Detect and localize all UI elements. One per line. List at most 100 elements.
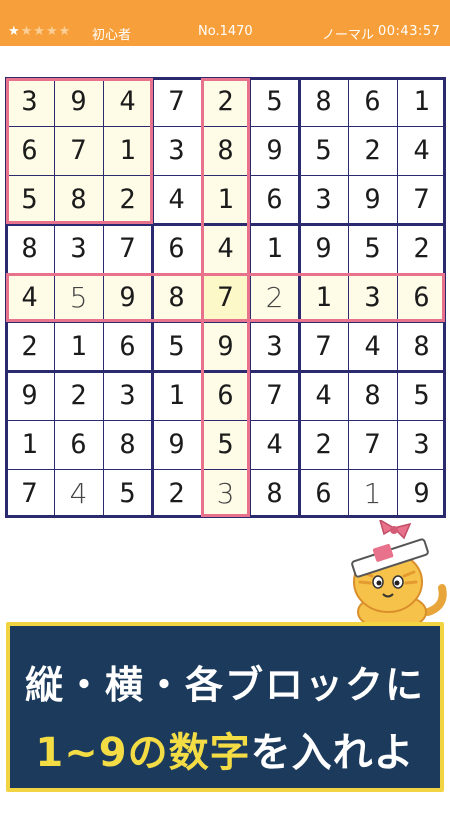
cell-r9c2[interactable]: 4 bbox=[54, 469, 103, 518]
cell-r6c1[interactable]: 2 bbox=[5, 322, 54, 371]
cell-r8c8[interactable]: 7 bbox=[348, 420, 397, 469]
cell-r9c9[interactable]: 9 bbox=[397, 469, 446, 518]
cell-r9c1[interactable]: 7 bbox=[5, 469, 54, 518]
cell-r8c2[interactable]: 6 bbox=[54, 420, 103, 469]
cell-r2c1[interactable]: 6 bbox=[5, 126, 54, 175]
cell-r2c7[interactable]: 5 bbox=[299, 126, 348, 175]
cell-r8c5[interactable]: 5 bbox=[201, 420, 250, 469]
difficulty-level: 初心者 bbox=[92, 28, 132, 43]
instruction-highlight: 1~9の数字 bbox=[35, 730, 251, 776]
top-bar: ★★★★★ 初心者 No.1470 ノーマル 00:43:57 bbox=[0, 0, 450, 46]
grid-line-vertical bbox=[397, 77, 398, 518]
cell-r7c2[interactable]: 2 bbox=[54, 371, 103, 420]
cell-r3c1[interactable]: 5 bbox=[5, 175, 54, 224]
cell-r2c8[interactable]: 2 bbox=[348, 126, 397, 175]
cell-r9c6[interactable]: 8 bbox=[250, 469, 299, 518]
cell-r3c4[interactable]: 4 bbox=[152, 175, 201, 224]
cell-r1c2[interactable]: 9 bbox=[54, 77, 103, 126]
cell-r9c8[interactable]: 1 bbox=[348, 469, 397, 518]
grid-line-vertical bbox=[5, 77, 8, 518]
cell-r2c4[interactable]: 3 bbox=[152, 126, 201, 175]
cell-r6c5[interactable]: 9 bbox=[201, 322, 250, 371]
cell-r5c5[interactable]: 7 bbox=[201, 273, 250, 322]
cell-r2c2[interactable]: 7 bbox=[54, 126, 103, 175]
cell-r5c7[interactable]: 1 bbox=[299, 273, 348, 322]
cell-r1c1[interactable]: 3 bbox=[5, 77, 54, 126]
timer: 00:43:57 bbox=[378, 24, 441, 39]
cell-r5c6[interactable]: 2 bbox=[250, 273, 299, 322]
cell-r8c4[interactable]: 9 bbox=[152, 420, 201, 469]
grid-line-horizontal bbox=[5, 273, 446, 274]
cell-r8c6[interactable]: 4 bbox=[250, 420, 299, 469]
cell-r6c3[interactable]: 6 bbox=[103, 322, 152, 371]
cell-r7c5[interactable]: 6 bbox=[201, 371, 250, 420]
instruction-line-1: 縦・横・各ブロックに bbox=[24, 663, 425, 707]
cell-r7c3[interactable]: 3 bbox=[103, 371, 152, 420]
cell-r3c3[interactable]: 2 bbox=[103, 175, 152, 224]
cell-r4c8[interactable]: 5 bbox=[348, 224, 397, 273]
grid-line-vertical bbox=[201, 77, 202, 518]
cell-r7c8[interactable]: 8 bbox=[348, 371, 397, 420]
cell-r9c3[interactable]: 5 bbox=[103, 469, 152, 518]
grid-line-horizontal bbox=[5, 175, 446, 176]
cell-r7c7[interactable]: 4 bbox=[299, 371, 348, 420]
grid-line-vertical bbox=[54, 77, 55, 518]
cell-r8c3[interactable]: 8 bbox=[103, 420, 152, 469]
cell-r5c3[interactable]: 9 bbox=[103, 273, 152, 322]
cell-r1c3[interactable]: 4 bbox=[103, 77, 152, 126]
cell-r8c7[interactable]: 2 bbox=[299, 420, 348, 469]
cell-r1c5[interactable]: 2 bbox=[201, 77, 250, 126]
cell-r1c9[interactable]: 1 bbox=[397, 77, 446, 126]
cell-r1c6[interactable]: 5 bbox=[250, 77, 299, 126]
grid-line-horizontal bbox=[5, 322, 446, 323]
cell-r2c3[interactable]: 1 bbox=[103, 126, 152, 175]
grid-line-vertical bbox=[348, 77, 349, 518]
cell-r4c5[interactable]: 4 bbox=[201, 224, 250, 273]
cell-r4c2[interactable]: 3 bbox=[54, 224, 103, 273]
cell-r5c4[interactable]: 8 bbox=[152, 273, 201, 322]
cell-r4c3[interactable]: 7 bbox=[103, 224, 152, 273]
grid-line-vertical bbox=[298, 77, 301, 518]
cell-r4c4[interactable]: 6 bbox=[152, 224, 201, 273]
cell-r7c4[interactable]: 1 bbox=[152, 371, 201, 420]
cell-r2c5[interactable]: 8 bbox=[201, 126, 250, 175]
sudoku-board: 3947258616713895245824163978376419524598… bbox=[5, 77, 446, 518]
cell-r8c9[interactable]: 3 bbox=[397, 420, 446, 469]
cell-r5c8[interactable]: 3 bbox=[348, 273, 397, 322]
cell-r1c8[interactable]: 6 bbox=[348, 77, 397, 126]
cell-r6c6[interactable]: 3 bbox=[250, 322, 299, 371]
cell-r9c5[interactable]: 3 bbox=[201, 469, 250, 518]
cell-r4c7[interactable]: 9 bbox=[299, 224, 348, 273]
cell-r3c7[interactable]: 3 bbox=[299, 175, 348, 224]
cell-r6c4[interactable]: 5 bbox=[152, 322, 201, 371]
cell-r6c7[interactable]: 7 bbox=[299, 322, 348, 371]
cell-r4c1[interactable]: 8 bbox=[5, 224, 54, 273]
cell-r7c6[interactable]: 7 bbox=[250, 371, 299, 420]
cell-r7c1[interactable]: 9 bbox=[5, 371, 54, 420]
cell-r1c7[interactable]: 8 bbox=[299, 77, 348, 126]
grid-line-horizontal bbox=[5, 77, 446, 80]
cell-r7c9[interactable]: 5 bbox=[397, 371, 446, 420]
cell-r3c2[interactable]: 8 bbox=[54, 175, 103, 224]
cell-r9c7[interactable]: 6 bbox=[299, 469, 348, 518]
cell-r4c6[interactable]: 1 bbox=[250, 224, 299, 273]
cell-r3c5[interactable]: 1 bbox=[201, 175, 250, 224]
star-empty-icons: ★★★★ bbox=[20, 24, 72, 39]
cell-r6c8[interactable]: 4 bbox=[348, 322, 397, 371]
cell-r2c9[interactable]: 4 bbox=[397, 126, 446, 175]
cell-r4c9[interactable]: 2 bbox=[397, 224, 446, 273]
cell-r5c9[interactable]: 6 bbox=[397, 273, 446, 322]
cell-r1c4[interactable]: 7 bbox=[152, 77, 201, 126]
grid-line-vertical bbox=[250, 77, 251, 518]
cell-r3c8[interactable]: 9 bbox=[348, 175, 397, 224]
difficulty-stars: ★★★★★ bbox=[8, 24, 71, 39]
cell-r6c9[interactable]: 8 bbox=[397, 322, 446, 371]
cell-r3c6[interactable]: 6 bbox=[250, 175, 299, 224]
cell-r8c1[interactable]: 1 bbox=[5, 420, 54, 469]
cell-r3c9[interactable]: 7 bbox=[397, 175, 446, 224]
cell-r5c2[interactable]: 5 bbox=[54, 273, 103, 322]
cell-r2c6[interactable]: 9 bbox=[250, 126, 299, 175]
cell-r9c4[interactable]: 2 bbox=[152, 469, 201, 518]
cell-r5c1[interactable]: 4 bbox=[5, 273, 54, 322]
cell-r6c2[interactable]: 1 bbox=[54, 322, 103, 371]
